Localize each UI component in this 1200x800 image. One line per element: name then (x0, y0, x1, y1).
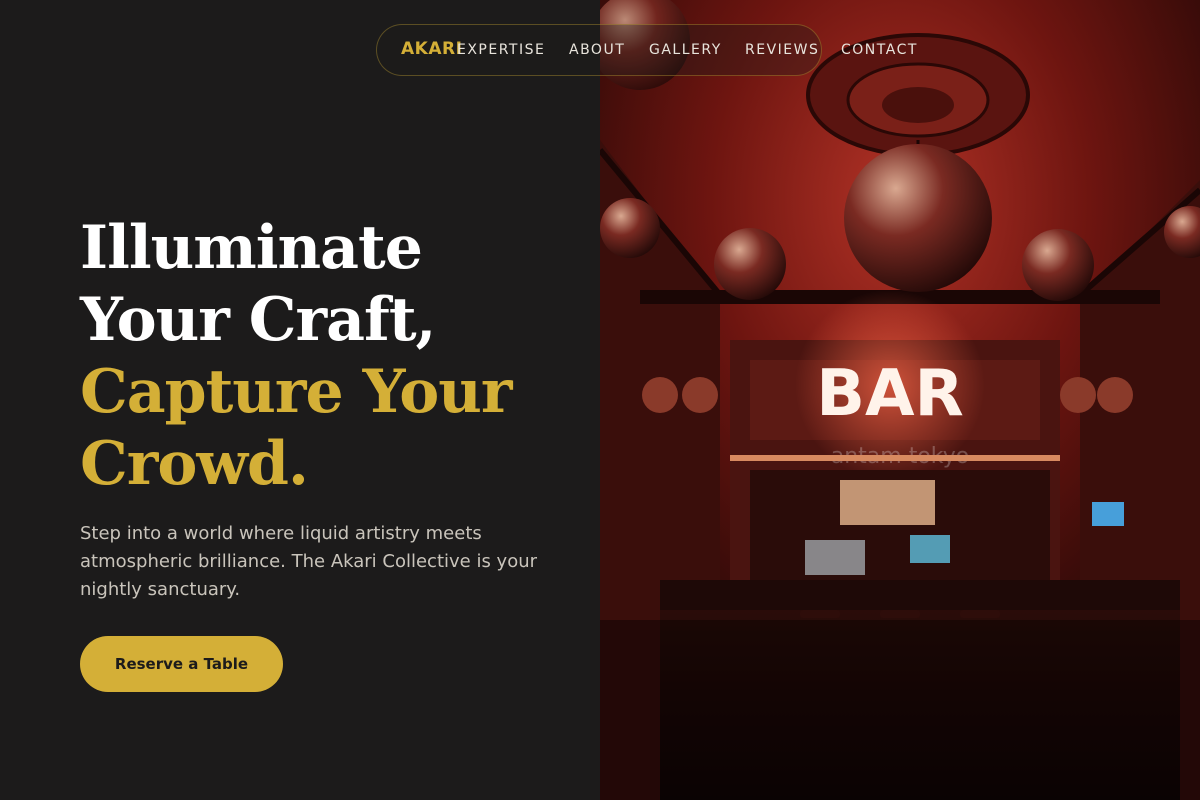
hero-description: Step into a world where liquid artistry … (80, 523, 538, 600)
nav-link-contact[interactable]: CONTACT (841, 42, 918, 58)
hero-photo: BAR antam tokyo (600, 0, 1200, 800)
nav-link-gallery[interactable]: GALLERY (649, 42, 722, 58)
reserve-table-button[interactable]: Reserve a Table (80, 636, 283, 692)
headline-line-4: Crowd. (80, 429, 309, 499)
bar-interior-image: BAR antam tokyo (600, 0, 1200, 800)
headline-line-2: Your Craft, (80, 285, 436, 355)
brand-logo[interactable]: AKARI (401, 39, 462, 59)
headline-line-1: Illuminate (80, 213, 423, 283)
headline-line-3: Capture Your (80, 357, 512, 427)
hero-headline: Illuminate Your Craft, Capture Your Crow… (80, 212, 512, 500)
nav-link-about[interactable]: ABOUT (569, 42, 625, 58)
bar-sign: BAR (816, 357, 964, 431)
nav-link-expertise[interactable]: EXPERTISE (457, 42, 545, 58)
nav-link-reviews[interactable]: REVIEWS (745, 42, 819, 58)
